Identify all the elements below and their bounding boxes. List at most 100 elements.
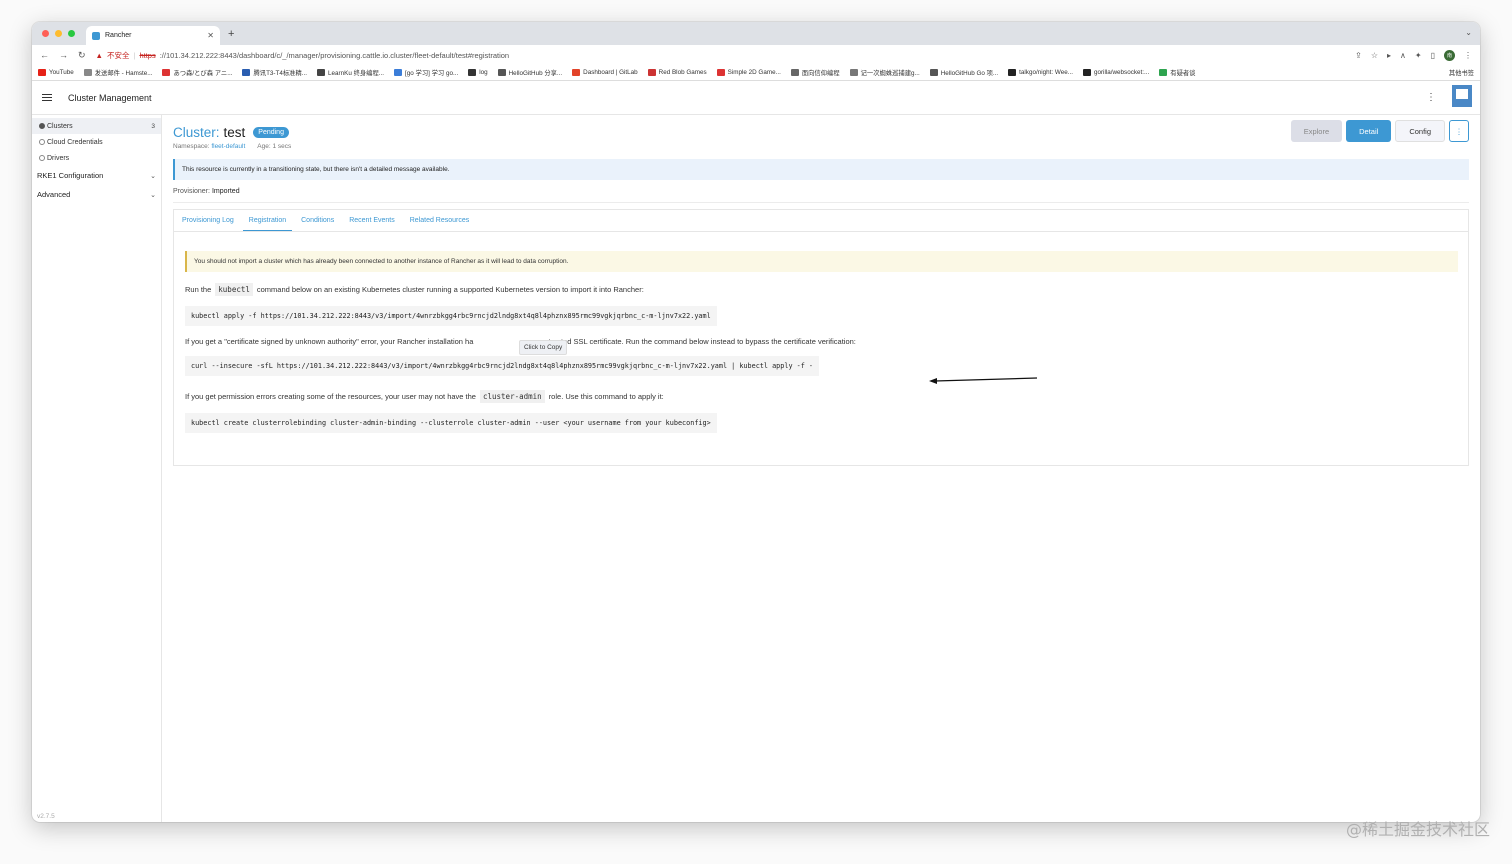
sidebar-group-advanced[interactable]: Advanced ⌄ [32,185,161,204]
provisioner-row: Provisioner: Imported [173,188,1469,203]
bookmark-favicon-icon [716,69,725,76]
bookmark-favicon-icon [647,69,656,76]
version-label[interactable]: v2.7.5 [37,813,55,820]
browser-tab[interactable]: Rancher ✕ [86,26,220,45]
sidebar-item-cloud-credentials[interactable]: Cloud Credentials [32,134,161,150]
driver-icon [39,155,45,161]
kubectl-apply-command[interactable]: kubectl apply -f https://101.34.212.222:… [185,306,717,326]
explore-button[interactable]: Explore [1290,120,1343,142]
tab-title: Rancher [105,32,132,39]
bookmark-item[interactable]: gorilla/websocket:... [1082,69,1149,76]
bookmark-item[interactable]: HelloGitHub 分享... [497,68,562,77]
cert-instructions: If you get a "certificate signed by unkn… [185,337,856,346]
config-button[interactable]: Config [1395,120,1445,142]
tab-conditions[interactable]: Conditions [295,210,340,231]
toolbar-icons: ⇪ ☆ ▸ ∧ ✦ ▯ 南 ⋮ [1355,49,1472,61]
new-tab-button[interactable]: + [228,28,234,40]
user-avatar[interactable] [1452,85,1472,107]
bookmark-favicon-icon [242,69,251,76]
bookmark-item[interactable]: Dashboard | GitLab [572,69,638,76]
bookmarks-bar: YouTube 发送邮件 - Hamste... あつ森/とび森 アニ... 腾讯T3… [32,65,1480,81]
browser-menu-icon[interactable]: ⋮ [1464,51,1472,60]
extension-icon[interactable]: ▸ [1387,51,1391,60]
tab-close-icon[interactable]: ✕ [207,31,214,40]
tab-related-resources[interactable]: Related Resources [404,210,476,231]
curl-insecure-command[interactable]: curl --insecure -sfL https://101.34.212.… [185,356,819,376]
import-warning-banner: You should not import a cluster which ha… [185,251,1458,272]
tab-registration[interactable]: Registration [242,210,293,231]
status-badge: Pending [253,127,289,138]
bookmark-favicon-icon [38,69,46,76]
cluster-name: test [223,125,246,140]
tab-provisioning-log[interactable]: Provisioning Log [176,210,240,231]
vue-devtools-icon[interactable]: ∧ [1400,51,1406,60]
page-title: Cluster: test Pending [173,125,1469,140]
address-bar[interactable]: ▲ 不安全 | https://101.34.212.222:8443/dash… [96,47,1346,63]
bookmark-favicon-icon [83,69,92,76]
other-bookmarks[interactable]: 其他书签 [1446,68,1474,77]
age-label: Age: 1 secs [257,143,292,150]
bookmark-item[interactable]: 发送邮件 - Hamste... [83,68,152,77]
share-icon[interactable]: ⇪ [1355,51,1362,60]
profile-avatar[interactable]: 南 [1444,49,1455,61]
transition-banner: This resource is currently in a transiti… [173,159,1469,180]
sidebar-group-rke1[interactable]: RKE1 Configuration ⌄ [32,166,161,185]
bookmark-favicon-icon [394,69,403,76]
chevron-down-icon: ⌄ [150,191,156,199]
browser-toolbar: ← → ↻ ▲ 不安全 | https://101.34.212.222:844… [32,45,1480,65]
detail-tabs-panel: Provisioning Log Registration Conditions… [173,209,1469,466]
hamburger-menu-icon[interactable] [42,93,52,102]
bookmark-item[interactable]: LearnKu 终身编程... [317,68,384,77]
forward-icon[interactable]: → [59,50,68,60]
reload-icon[interactable]: ↻ [78,50,86,61]
url-scheme: https [139,50,156,60]
bookmark-item[interactable]: あつ森/とび森 アニ... [162,68,232,77]
run-instructions: Run the kubectl command below on an exis… [185,283,644,296]
namespace-link[interactable]: fleet-default [211,143,245,150]
cluster-admin-code: cluster-admin [479,390,545,403]
bookmark-item[interactable]: 腾讯T3-T4标准精... [242,68,307,77]
bookmark-favicon-icon [317,69,326,76]
bookmark-item[interactable]: log [468,69,488,76]
back-icon[interactable]: ← [40,50,49,60]
browser-window: Rancher ✕ + ⌄ ← → ↻ ▲ 不安全 | https://101.… [32,22,1480,822]
annotation-arrow-icon [929,377,1038,384]
sidepanel-icon[interactable]: ▯ [1431,51,1435,60]
bookmark-favicon-icon [790,69,799,76]
puzzle-icon[interactable]: ✦ [1415,51,1422,60]
bookmark-item[interactable]: [go 学习] 学习 go... [394,68,458,77]
watermark: @稀土掘金技术社区 [1345,820,1490,839]
bookmark-item[interactable]: 记一次蜘蛛巡捕建g... [849,68,920,77]
bookmark-item[interactable]: YouTube [38,69,74,76]
bookmark-favicon-icon [849,69,858,76]
bookmark-item[interactable]: 面向信仰编程 [790,68,840,77]
sidebar-item-clusters[interactable]: Clusters 3 [32,118,161,134]
close-window-button[interactable] [42,30,49,37]
bookmark-item[interactable]: Red Blob Games [647,69,707,76]
bookmark-favicon-icon [497,69,506,76]
bookmark-item[interactable]: talkgo/night: Wee... [1008,69,1073,76]
sidebar-item-drivers[interactable]: Drivers [32,150,161,166]
page-actions: Explore Detail Config ⋮ [1290,120,1469,142]
rancher-favicon-icon [92,31,100,40]
header-kebab-icon[interactable]: ⋮ [1426,92,1436,103]
detail-button[interactable]: Detail [1346,120,1392,142]
tab-recent-events[interactable]: Recent Events [343,210,401,231]
bookmark-star-icon[interactable]: ☆ [1371,51,1378,60]
tab-search-chevron-icon[interactable]: ⌄ [1465,28,1472,37]
bookmark-favicon-icon [1082,69,1091,76]
title-prefix[interactable]: Cluster: [173,125,220,140]
minimize-window-button[interactable] [55,30,62,37]
bookmark-item[interactable]: Simple 2D Game... [716,69,781,76]
more-actions-button[interactable]: ⋮ [1449,120,1469,142]
not-secure-label: 不安全 [106,50,130,60]
url-text: ://101.34.212.222:8443/dashboard/c/_/man… [159,50,510,60]
registration-content: You should not import a cluster which ha… [174,232,1468,433]
clusters-count: 3 [151,122,155,130]
bookmark-favicon-icon [1008,69,1017,76]
clusterrolebinding-command[interactable]: kubectl create clusterrolebinding cluste… [185,413,717,433]
bookmark-item[interactable]: 有疑者谈 [1159,68,1195,77]
maximize-window-button[interactable] [68,30,75,37]
bookmark-item[interactable]: HelloGitHub Go 项... [929,68,998,77]
tab-strip: Rancher ✕ + ⌄ [32,22,1480,45]
